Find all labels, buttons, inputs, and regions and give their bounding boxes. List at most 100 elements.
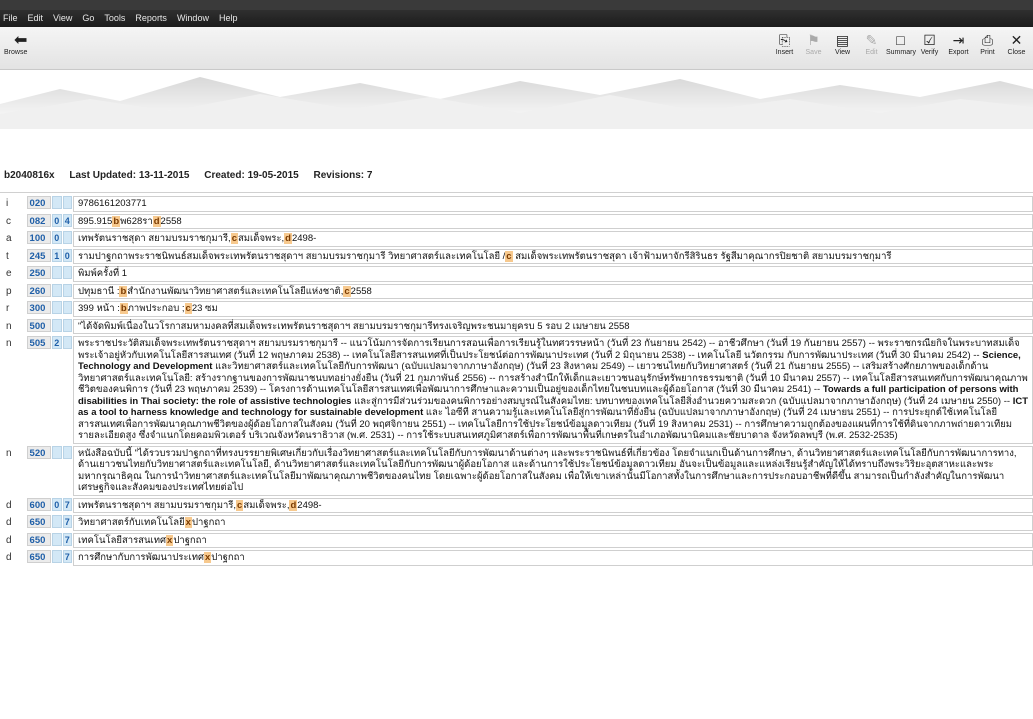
menu-tools[interactable]: Tools — [99, 10, 130, 23]
indicator-1[interactable]: 1 — [52, 248, 62, 262]
indicator-1[interactable]: 0 — [52, 213, 62, 227]
view-button[interactable]: ▤ View — [828, 31, 857, 56]
indicator-2[interactable] — [62, 231, 72, 244]
indicator-1[interactable] — [52, 283, 62, 297]
field-tag[interactable]: 650 — [26, 550, 52, 563]
indicator-2[interactable] — [62, 196, 72, 209]
summary-label: Summary — [886, 49, 916, 56]
indicator-1[interactable]: 0 — [52, 231, 62, 244]
subfield-text: พระราชประวัติสมเด็จพระเทพรัตนราชสุดาฯ สย… — [78, 338, 1020, 361]
indicator-1[interactable] — [52, 445, 62, 459]
indicator-2[interactable]: 4 — [62, 213, 72, 227]
print-button[interactable]: ⎙ Print — [973, 31, 1002, 56]
subfield-text: และสู่การมีส่วนร่วมของคนพิการอย่างสมบูรณ… — [351, 395, 1013, 407]
indicator-1[interactable] — [52, 301, 62, 314]
indicator-1[interactable]: 2 — [52, 336, 62, 349]
field-content[interactable]: การศึกษากับการพัฒนาประเทศxปาฐกถา — [73, 550, 1033, 566]
subfield-text: สำนักงานพัฒนาวิทยาศาสตร์และเทคโนโลยีแห่ง… — [127, 285, 344, 297]
edit-icon: ✎ — [865, 32, 878, 48]
marc-field-row: d 650 7 การศึกษากับการพัฒนาประเทศxปาฐกถา — [0, 550, 1033, 566]
field-tag[interactable]: 020 — [26, 196, 52, 209]
indicator-1[interactable] — [52, 515, 62, 528]
menu-reports[interactable]: Reports — [130, 10, 172, 23]
revisions-count: Revisions: 7 — [313, 170, 373, 181]
subfield-text: พ628รา — [120, 215, 153, 227]
indicator-2[interactable] — [62, 266, 72, 279]
field-content[interactable]: พิมพ์ครั้งที่ 1 — [73, 266, 1033, 282]
close-button[interactable]: ✕ Close — [1002, 31, 1031, 56]
field-content[interactable]: เทพรัตนราชสุดา สยามบรมราชกุมารี,cสมเด็จพ… — [73, 231, 1033, 247]
indicator-2[interactable] — [62, 445, 72, 459]
indicator-1[interactable] — [52, 532, 62, 546]
field-type-code: t — [6, 250, 9, 262]
field-tag[interactable]: 082 — [26, 213, 52, 227]
subfield-text: ปทุมธานี : — [78, 285, 120, 297]
indicator-1[interactable] — [52, 318, 62, 332]
field-tag[interactable]: 505 — [26, 336, 52, 349]
verify-button[interactable]: ☑ Verify — [915, 31, 944, 56]
indicator-1[interactable] — [52, 550, 62, 563]
field-content[interactable]: "ได้จัดพิมพ์เนื่องในวโรกาสมหามงคลที่สมเด… — [73, 318, 1033, 334]
export-button[interactable]: ⇥ Export — [944, 31, 973, 56]
field-tag[interactable]: 650 — [26, 532, 52, 546]
field-tag[interactable]: 260 — [26, 283, 52, 297]
indicator-2[interactable]: 0 — [62, 248, 72, 262]
indicator-2[interactable] — [62, 283, 72, 297]
field-type-code: a — [6, 233, 12, 244]
field-tag[interactable]: 100 — [26, 231, 52, 244]
export-label: Export — [948, 49, 969, 56]
field-tag[interactable]: 600 — [26, 497, 52, 511]
indicator-2[interactable] — [62, 301, 72, 314]
indicator-2[interactable]: 7 — [62, 550, 72, 563]
indicator-1[interactable] — [52, 266, 62, 279]
close-icon: ✕ — [1010, 32, 1023, 48]
subfield-text: เทพรัตนราชสุดา สยามบรมราชกุมารี, — [78, 233, 231, 244]
last-updated: Last Updated: 13-11-2015 — [69, 170, 190, 181]
field-content[interactable]: พระราชประวัติสมเด็จพระเทพรัตนราชสุดาฯ สย… — [73, 336, 1033, 444]
field-content[interactable]: 9786161203771 — [73, 196, 1033, 212]
menu-view[interactable]: View — [48, 10, 77, 23]
menu-edit[interactable]: Edit — [23, 10, 49, 23]
field-tag[interactable]: 520 — [26, 445, 52, 459]
indicator-1[interactable]: 0 — [52, 497, 62, 511]
field-tag[interactable]: 245 — [26, 248, 52, 262]
subfield-text: เทพรัตนราชสุดาฯ สยามบรมราชกุมารี, — [78, 499, 237, 511]
field-content[interactable]: ปทุมธานี :bสำนักงานพัฒนาวิทยาศาสตร์และเท… — [73, 283, 1033, 299]
indicator-2[interactable]: 7 — [62, 497, 72, 511]
field-content[interactable]: รามปาฐกถาพระราชนิพนธ์สมเด็จพระเทพรัตนราช… — [73, 248, 1033, 264]
browse-button[interactable]: ⬅ Browse — [4, 32, 44, 57]
field-content[interactable]: หนังสือฉบับนี้ "ได้รวบรวมปาฐกถาที่ทรงบรร… — [73, 445, 1033, 496]
field-content[interactable]: เทพรัตนราชสุดาฯ สยามบรมราชกุมารี,cสมเด็จ… — [73, 497, 1033, 513]
view-icon: ▤ — [835, 32, 850, 48]
indicator-2[interactable] — [62, 336, 72, 349]
edit-button[interactable]: ✎ Edit — [857, 31, 886, 56]
field-tag[interactable]: 250 — [26, 266, 52, 279]
save-button[interactable]: ⚑ Save — [799, 31, 828, 56]
indicator-2[interactable] — [62, 318, 72, 332]
field-tag[interactable]: 500 — [26, 318, 52, 332]
summary-button[interactable]: □ Summary — [886, 31, 916, 56]
menu-window[interactable]: Window — [172, 10, 214, 23]
indicator-2[interactable]: 7 — [62, 515, 72, 528]
menu-go[interactable]: Go — [77, 10, 99, 23]
menu-help[interactable]: Help — [214, 10, 243, 23]
insert-button[interactable]: ⎘ Insert — [770, 31, 799, 56]
summary-icon: □ — [896, 32, 905, 48]
indicator-1[interactable] — [52, 196, 62, 209]
export-icon: ⇥ — [952, 32, 965, 48]
field-tag[interactable]: 650 — [26, 515, 52, 528]
subfield-text: 23 ซม — [191, 303, 218, 314]
field-content[interactable]: 895.915bพ628ราd2558 — [73, 213, 1033, 229]
record-id: b2040816x — [4, 170, 55, 181]
marc-record-fields: i 020 9786161203771 c 082 0 4 895.915bพ628ราd25… — [0, 196, 1033, 568]
field-content[interactable]: 399 หน้า :bภาพประกอบ ;c23 ซม — [73, 301, 1033, 317]
field-content[interactable]: วิทยาศาสตร์กับเทคโนโลยีxปาฐกถา — [73, 515, 1033, 531]
back-arrow-icon: ⬅ — [14, 32, 28, 49]
field-content[interactable]: เทคโนโลยีสารสนเทศxปาฐกถา — [73, 532, 1033, 548]
subfield-text: 2498- — [297, 499, 322, 511]
menu-file[interactable]: File — [0, 10, 23, 23]
subfield-delimiter: b — [112, 215, 121, 227]
field-tag[interactable]: 300 — [26, 301, 52, 314]
indicator-2[interactable]: 7 — [62, 532, 72, 546]
subfield-text: เทคโนโลยีสารสนเทศ — [78, 534, 167, 546]
